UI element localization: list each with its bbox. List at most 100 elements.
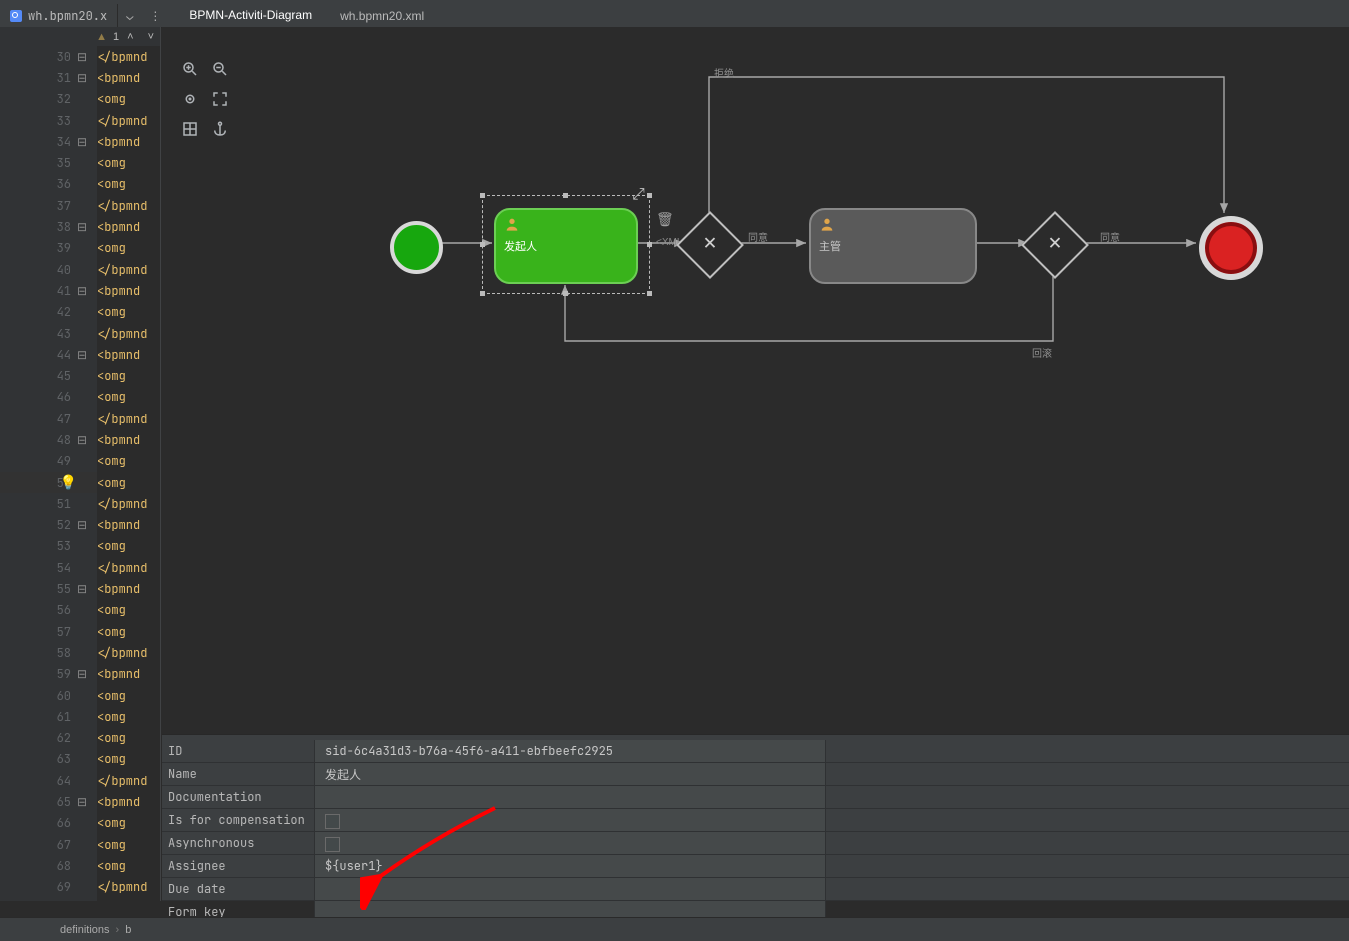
file-tab[interactable]: wh.bpmn20.x (0, 4, 118, 27)
code-line[interactable]: <omg (97, 365, 160, 386)
editor-gutter[interactable]: 30⊟31⊟323334⊟35363738⊟394041⊟424344⊟4546… (0, 27, 97, 901)
code-line[interactable]: <bpmnd (97, 280, 160, 301)
code-line[interactable]: </bpmnd (97, 46, 160, 67)
gutter-line[interactable]: 50💡 (0, 472, 97, 493)
bpmn-user-task-1[interactable]: 发起人 (494, 208, 638, 284)
checkbox[interactable] (325, 814, 340, 829)
code-line[interactable]: <omg (97, 152, 160, 173)
gutter-line[interactable]: 62 (0, 728, 97, 749)
gutter-line[interactable]: 53 (0, 536, 97, 557)
code-line[interactable]: </bpmnd (97, 323, 160, 344)
code-line[interactable]: <omg (97, 621, 160, 642)
gutter-line[interactable]: 35 (0, 152, 97, 173)
gutter-line[interactable]: 55⊟ (0, 578, 97, 599)
gutter-line[interactable]: 42 (0, 302, 97, 323)
gutter-line[interactable]: 57 (0, 621, 97, 642)
bpmn-gateway-2[interactable]: ✕ (1021, 211, 1089, 279)
property-value[interactable]: 发起人 (315, 763, 826, 785)
gutter-line[interactable]: 31⊟ (0, 67, 97, 88)
bpmn-gateway-1[interactable]: ✕ (676, 211, 744, 279)
code-line[interactable]: </bpmnd (97, 110, 160, 131)
gutter-line[interactable]: 37 (0, 195, 97, 216)
code-line[interactable]: <omg (97, 302, 160, 323)
gutter-line[interactable]: 59⊟ (0, 664, 97, 685)
code-line[interactable]: </bpmnd (97, 770, 160, 791)
gutter-line[interactable]: 45 (0, 365, 97, 386)
code-line[interactable]: <bpmnd (97, 344, 160, 365)
code-line[interactable]: <bpmnd (97, 664, 160, 685)
gutter-line[interactable]: 38⊟ (0, 216, 97, 237)
lightbulb-icon[interactable]: 💡 (60, 474, 77, 492)
gutter-line[interactable]: 33 (0, 110, 97, 131)
code-line[interactable]: <omg (97, 749, 160, 770)
code-line[interactable]: </bpmnd (97, 408, 160, 429)
more-icon[interactable]: ⋮ (141, 8, 169, 24)
zoom-out-icon[interactable] (206, 55, 234, 83)
gutter-line[interactable]: 63 (0, 749, 97, 770)
gutter-line[interactable]: 56 (0, 600, 97, 621)
gutter-line[interactable]: 61 (0, 706, 97, 727)
code-line[interactable]: <bpmnd (97, 216, 160, 237)
code-line[interactable]: <omg (97, 855, 160, 876)
code-line[interactable]: </bpmnd (97, 877, 160, 898)
gutter-line[interactable]: 67 (0, 834, 97, 855)
gutter-line[interactable]: 41⊟ (0, 280, 97, 301)
chevron-up-icon[interactable]: ˄ (125, 31, 135, 43)
code-line[interactable]: <bpmnd (97, 131, 160, 152)
code-line[interactable]: <omg (97, 600, 160, 621)
gutter-line[interactable]: 36 (0, 174, 97, 195)
gutter-line[interactable]: 39 (0, 238, 97, 259)
code-line[interactable]: <omg (97, 834, 160, 855)
gutter-line[interactable]: 69 (0, 877, 97, 898)
fold-icon[interactable]: ⊟ (77, 70, 87, 86)
zoom-full-icon[interactable] (206, 85, 234, 113)
property-value[interactable] (315, 832, 826, 854)
editor-subtab[interactable]: wh.bpmn20.xml (326, 3, 438, 28)
bpmn-start-event[interactable] (390, 221, 443, 274)
gutter-line[interactable]: 52⊟ (0, 515, 97, 536)
bpmn-end-event[interactable] (1199, 216, 1263, 280)
code-line[interactable]: <omg (97, 706, 160, 727)
fold-icon[interactable]: ⊟ (77, 794, 87, 810)
chevron-down-icon[interactable]: ⌄ (118, 8, 141, 24)
gutter-line[interactable]: 64 (0, 770, 97, 791)
chevron-down-icon[interactable]: ˅ (142, 31, 160, 43)
code-line[interactable]: <omg (97, 685, 160, 706)
gutter-line[interactable]: 43 (0, 323, 97, 344)
gutter-line[interactable]: 32 (0, 89, 97, 110)
property-value[interactable]: ${user1} (315, 855, 826, 877)
bpmn-user-task-2[interactable]: 主管 (809, 208, 977, 284)
bpmn-diagram-canvas[interactable]: ⤢ 🗑 <XML> 发起人 ✕ 主管 ✕ 拒绝 同意 同意 回滚 (162, 27, 1349, 734)
breadcrumb[interactable]: definitions (60, 924, 110, 936)
fold-icon[interactable]: ⊟ (77, 666, 87, 682)
zoom-fit-icon[interactable] (176, 85, 204, 113)
gutter-line[interactable]: 65⊟ (0, 791, 97, 812)
property-value[interactable] (315, 809, 826, 831)
fold-icon[interactable]: ⊟ (77, 432, 87, 448)
code-line[interactable]: <omg (97, 472, 160, 493)
grid-icon[interactable] (176, 115, 204, 143)
code-line[interactable]: <omg (97, 387, 160, 408)
breadcrumb[interactable]: b (125, 924, 131, 936)
code-line[interactable]: </bpmnd (97, 195, 160, 216)
code-line[interactable]: <omg (97, 238, 160, 259)
code-line[interactable]: <bpmnd (97, 429, 160, 450)
property-value[interactable] (315, 786, 826, 808)
code-line[interactable]: <omg (97, 536, 160, 557)
code-line[interactable]: </bpmnd (97, 259, 160, 280)
code-line[interactable]: <omg (97, 451, 160, 472)
fold-icon[interactable]: ⊟ (77, 517, 87, 533)
code-line[interactable]: <omg (97, 813, 160, 834)
fold-icon[interactable]: ⊟ (77, 49, 87, 65)
gutter-line[interactable]: 40 (0, 259, 97, 280)
trash-icon[interactable]: 🗑 (656, 211, 674, 229)
code-line[interactable]: <bpmnd (97, 67, 160, 88)
editor-code[interactable]: </bpmnd<bpmnd <omg</bpmnd<bpmnd <omg <om… (97, 46, 160, 901)
gutter-line[interactable]: 66 (0, 813, 97, 834)
gutter-line[interactable]: 46 (0, 387, 97, 408)
expand-icon[interactable]: ⤢ (632, 183, 645, 204)
gutter-line[interactable]: 54 (0, 557, 97, 578)
code-line[interactable]: <bpmnd (97, 578, 160, 599)
gutter-line[interactable]: 51 (0, 493, 97, 514)
code-line[interactable]: <omg (97, 89, 160, 110)
